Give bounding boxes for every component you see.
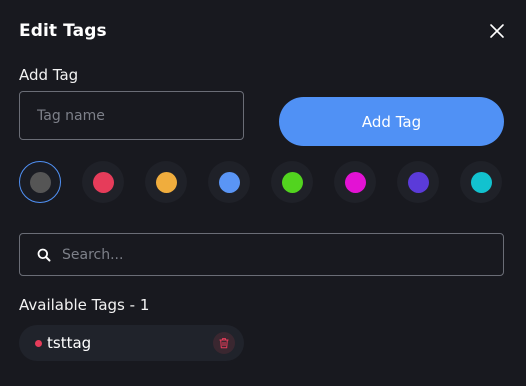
search-field[interactable] [19,233,504,276]
swatch-color-dot [155,171,177,193]
tag-chip[interactable]: tsttag [19,325,244,361]
available-tags-label: Available Tags - 1 [19,296,150,314]
swatch-color-dot [470,171,492,193]
add-tag-label: Add Tag [19,66,79,84]
color-swatch-2[interactable] [82,161,124,203]
color-swatch-7[interactable] [397,161,439,203]
dialog-title: Edit Tags [19,21,107,41]
trash-icon [219,338,229,349]
tag-chip-label: tsttag [47,334,92,352]
swatch-color-dot [344,171,366,193]
search-icon [37,248,51,262]
delete-tag-button[interactable] [213,332,235,354]
tag-name-input[interactable] [19,91,244,140]
search-input[interactable] [62,234,492,275]
color-swatch-8[interactable] [460,161,502,203]
color-swatch-4[interactable] [208,161,250,203]
swatch-color-dot [281,171,303,193]
close-icon [490,24,504,38]
color-swatch-3[interactable] [145,161,187,203]
swatch-color-dot [407,171,429,193]
tag-color-dot [35,340,42,347]
close-button[interactable] [488,22,506,40]
add-tag-button[interactable]: Add Tag [279,97,504,146]
color-swatch-1[interactable] [19,161,61,203]
color-swatch-5[interactable] [271,161,313,203]
swatch-color-dot [92,171,114,193]
swatch-color-dot [218,171,240,193]
edit-tags-dialog: { "dialog": { "title": "Edit Tags", "clo… [0,0,526,386]
color-swatch-6[interactable] [334,161,376,203]
swatch-color-dot [29,171,51,193]
